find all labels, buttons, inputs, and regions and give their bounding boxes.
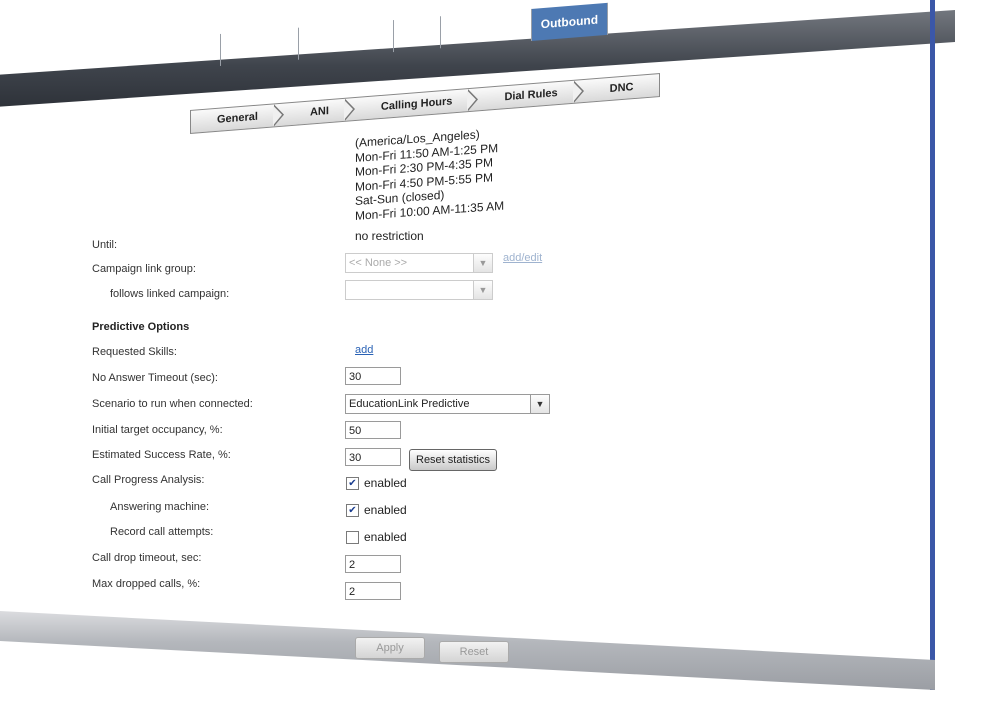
answering-machine-label: Answering machine: xyxy=(110,501,210,513)
cpa-enabled-text: enabled xyxy=(364,476,407,490)
window-edge xyxy=(930,0,935,690)
answering-machine-checkbox[interactable]: ✔ xyxy=(346,503,359,517)
add-skill-link[interactable]: add xyxy=(355,344,373,356)
until-label: Until: xyxy=(92,239,118,251)
until-value: no restriction xyxy=(355,229,424,243)
chevron-down-icon: ▼ xyxy=(473,254,492,272)
subtab-dnc[interactable]: DNC xyxy=(584,74,660,102)
success-rate-input[interactable]: 30 xyxy=(345,448,401,466)
tab-outbound[interactable]: Outbound xyxy=(530,2,608,41)
max-dropped-label: Max dropped calls, %: xyxy=(92,578,201,590)
add-edit-link[interactable]: add/edit xyxy=(503,252,542,264)
occupancy-label: Initial target occupancy, %: xyxy=(92,424,223,436)
reset-button[interactable]: Reset xyxy=(439,641,509,663)
drop-timeout-label: Call drop timeout, sec: xyxy=(92,552,202,564)
tab-lists[interactable]: Lists xyxy=(392,16,440,53)
scenario-label: Scenario to run when connected: xyxy=(92,398,253,410)
campaign-link-group-label: Campaign link group: xyxy=(92,263,196,275)
success-rate-label: Estimated Success Rate, %: xyxy=(92,449,231,461)
calling-hours-summary: (America/Los_Angeles) Mon-Fri 11:50 AM-1… xyxy=(355,126,504,223)
reset-statistics-button[interactable]: Reset statistics xyxy=(409,449,497,471)
campaign-link-group-value: << None >> xyxy=(349,257,408,269)
chevron-down-icon: ▼ xyxy=(530,395,549,413)
requested-skills-label: Requested Skills: xyxy=(92,346,177,358)
chevron-down-icon: ▼ xyxy=(473,281,492,299)
follows-linked-label: follows linked campaign: xyxy=(110,288,230,300)
tab-properties[interactable]: Properties xyxy=(220,27,299,66)
record-attempts-checkbox-row[interactable]: enabled xyxy=(346,530,407,544)
occupancy-input[interactable]: 50 xyxy=(345,421,401,439)
record-attempts-label: Record call attempts: xyxy=(110,526,214,538)
drop-timeout-input[interactable]: 2 xyxy=(345,555,401,573)
answering-machine-enabled-text: enabled xyxy=(364,503,407,517)
predictive-options-title: Predictive Options xyxy=(92,321,190,333)
max-dropped-input[interactable]: 2 xyxy=(345,582,401,600)
scenario-value: EducationLink Predictive xyxy=(349,398,470,410)
scenario-select[interactable]: EducationLink Predictive ▼ xyxy=(345,394,550,414)
no-answer-timeout-input[interactable]: 30 xyxy=(345,367,401,385)
follows-linked-select[interactable]: ▼ xyxy=(345,280,493,300)
cpa-label: Call Progress Analysis: xyxy=(92,474,205,486)
apply-button[interactable]: Apply xyxy=(355,637,425,659)
campaign-link-group-select[interactable]: << None >> ▼ xyxy=(345,253,493,273)
cpa-checkbox-row[interactable]: ✔ enabled xyxy=(346,476,407,490)
answering-machine-checkbox-row[interactable]: ✔ enabled xyxy=(346,503,407,517)
record-attempts-checkbox[interactable] xyxy=(346,530,359,544)
cpa-checkbox[interactable]: ✔ xyxy=(346,476,359,490)
tab-results[interactable]: Results xyxy=(607,0,670,35)
no-answer-timeout-label: No Answer Timeout (sec): xyxy=(92,372,218,384)
record-attempts-enabled-text: enabled xyxy=(364,530,407,544)
